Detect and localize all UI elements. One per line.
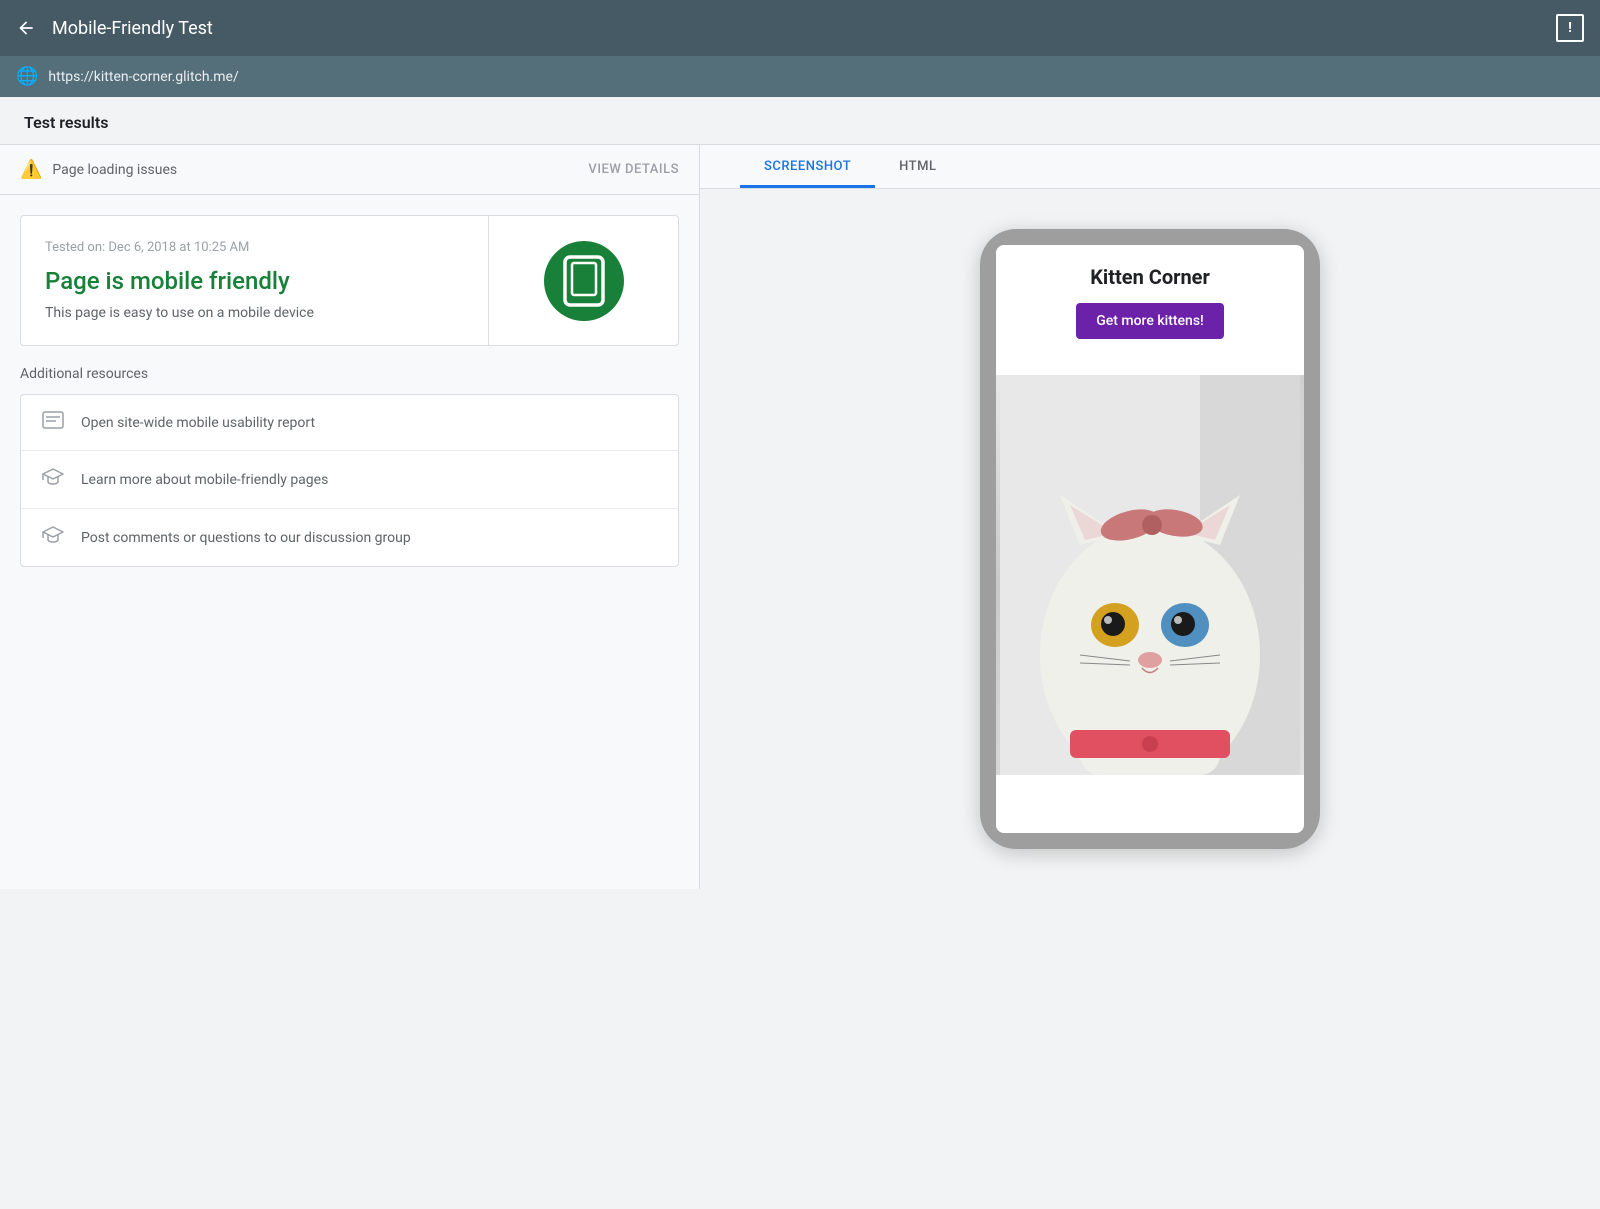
result-card: Tested on: Dec 6, 2018 at 10:25 AM Page … xyxy=(20,215,679,346)
cat-image xyxy=(996,375,1304,775)
mobile-icon-circle xyxy=(544,241,624,321)
back-button[interactable] xyxy=(16,18,36,38)
resource-text-1: Learn more about mobile-friendly pages xyxy=(81,472,328,488)
test-results-title: Test results xyxy=(24,113,108,132)
discussion-icon xyxy=(41,525,65,550)
resource-text-2: Post comments or questions to our discus… xyxy=(81,530,411,546)
tab-html[interactable]: HTML xyxy=(875,145,960,188)
content-area: ⚠️ Page loading issues VIEW DETAILS Test… xyxy=(0,144,1600,889)
page-title: Mobile-Friendly Test xyxy=(52,18,1556,39)
additional-resources-title: Additional resources xyxy=(20,366,679,382)
phone-site-title: Kitten Corner xyxy=(1012,265,1288,289)
additional-resources: Additional resources Open site-wide mobi… xyxy=(20,366,679,567)
result-card-icon-area xyxy=(488,216,678,345)
top-bar: Mobile-Friendly Test ! xyxy=(0,0,1600,56)
mobile-device-icon xyxy=(562,255,606,307)
phone-content: Kitten Corner Get more kittens! xyxy=(996,245,1304,375)
phone-mockup: Kitten Corner Get more kittens! xyxy=(980,229,1320,849)
main-container: Test results ⚠️ Page loading issues VIEW… xyxy=(0,97,1600,889)
cat-svg xyxy=(996,375,1304,775)
report-icon xyxy=(41,411,65,434)
learn-icon xyxy=(41,467,65,492)
test-results-header: Test results xyxy=(0,97,1600,144)
url-bar: 🌐 https://kitten-corner.glitch.me/ xyxy=(0,56,1600,97)
screenshot-area: Kitten Corner Get more kittens! xyxy=(700,189,1600,889)
left-panel: ⚠️ Page loading issues VIEW DETAILS Test… xyxy=(0,145,700,889)
globe-icon: 🌐 xyxy=(16,66,38,87)
url-text: https://kitten-corner.glitch.me/ xyxy=(48,69,238,85)
resources-card: Open site-wide mobile usability report L… xyxy=(20,394,679,567)
notification-icon[interactable]: ! xyxy=(1556,14,1584,42)
resource-text-0: Open site-wide mobile usability report xyxy=(81,415,315,431)
mobile-friendly-title: Page is mobile friendly xyxy=(45,267,464,295)
warning-icon: ⚠️ xyxy=(20,159,42,180)
right-panel: SCREENSHOT HTML Kitten Corner Get more k… xyxy=(700,145,1600,889)
phone-screen: Kitten Corner Get more kittens! xyxy=(996,245,1304,833)
tested-on-text: Tested on: Dec 6, 2018 at 10:25 AM xyxy=(45,240,464,255)
mobile-friendly-desc: This page is easy to use on a mobile dev… xyxy=(45,305,464,321)
resource-item-1[interactable]: Learn more about mobile-friendly pages xyxy=(21,451,678,509)
resource-item-2[interactable]: Post comments or questions to our discus… xyxy=(21,509,678,566)
result-card-left: Tested on: Dec 6, 2018 at 10:25 AM Page … xyxy=(21,216,488,345)
tab-bar: SCREENSHOT HTML xyxy=(700,145,1600,189)
tab-screenshot[interactable]: SCREENSHOT xyxy=(740,145,875,188)
resource-item-0[interactable]: Open site-wide mobile usability report xyxy=(21,395,678,451)
warning-text: Page loading issues xyxy=(52,162,578,178)
phone-cta-button: Get more kittens! xyxy=(1076,303,1224,339)
view-details-link[interactable]: VIEW DETAILS xyxy=(588,162,679,177)
warning-bar: ⚠️ Page loading issues VIEW DETAILS xyxy=(0,145,699,195)
